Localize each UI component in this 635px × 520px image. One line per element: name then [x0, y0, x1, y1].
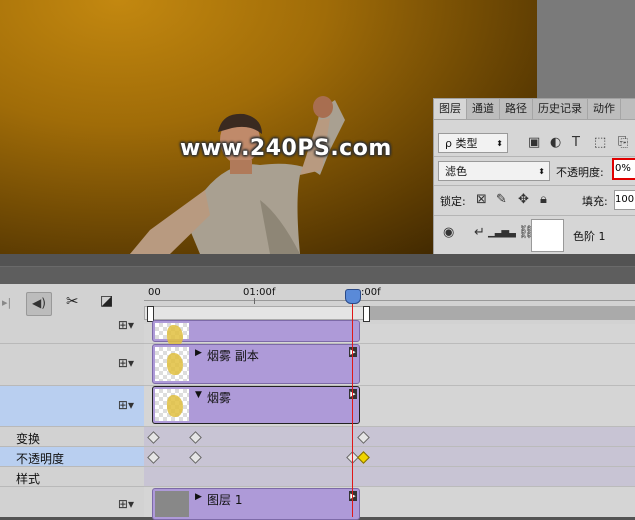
watermark-text: www.240PS.com	[180, 136, 392, 161]
work-area-end-handle[interactable]	[363, 306, 370, 322]
video-clip-smoke-copy[interactable]: ▶ 烟雾 副本 ▶	[152, 344, 360, 384]
blend-mode-select[interactable]: 滤色 ⬍	[438, 161, 550, 181]
clip-end-icon[interactable]: ▶	[349, 491, 357, 501]
smoke-thumb	[167, 395, 183, 417]
panel-gutter	[0, 254, 635, 266]
property-row[interactable]: 样式	[0, 467, 144, 487]
ruler-label-1s: 01:00f	[243, 287, 276, 298]
track-divider	[144, 486, 635, 487]
timeline-ruler[interactable]: 00 01:00f :00f	[144, 284, 635, 324]
layer-track-header[interactable]: ⊞▾	[0, 487, 144, 517]
clip-thumbnail	[155, 347, 189, 381]
property-tracks-bg	[144, 427, 635, 487]
layer-track-header-selected[interactable]: ⊞▾	[0, 386, 144, 427]
clip-thumbnail	[155, 389, 189, 421]
eye-icon[interactable]: ◉	[443, 226, 454, 240]
work-area-outside	[366, 306, 635, 320]
clip-thumbnail	[155, 491, 189, 517]
fill-input[interactable]: 100	[614, 190, 635, 210]
layer-track-header[interactable]: ⊞▾	[0, 344, 144, 386]
image-filter-icon[interactable]: ▣	[528, 136, 540, 150]
clip-arrow-icon: ↵	[474, 225, 485, 240]
ruler-label-start: 00	[148, 287, 161, 298]
lock-row: 锁定: ⊠ ✎ ✥ 🔒︎ 填充:	[434, 187, 635, 213]
lock-all-icon[interactable]: 🔒︎	[540, 193, 547, 207]
clip-end-icon[interactable]: ▶	[349, 347, 357, 357]
playhead-line	[352, 294, 353, 517]
divider	[434, 156, 635, 157]
expand-triangle-icon[interactable]: ▶	[195, 348, 202, 358]
property-row[interactable]: 不透明度	[0, 447, 144, 467]
track-divider	[144, 466, 635, 467]
ruler-label-2s: :00f	[361, 287, 381, 298]
expand-triangle-icon[interactable]: ▶	[195, 492, 202, 502]
layers-panel: 图层 通道 路径 历史记录 动作 ρ 类型 ⬍ ▣ ◐ T ⬚ ⎘ 滤色 ⬍ 不…	[433, 98, 635, 257]
transition-icon[interactable]: ◪	[100, 293, 113, 309]
film-icon[interactable]: ⊞▾	[118, 497, 134, 511]
tab-channels[interactable]: 通道	[467, 99, 500, 119]
play-next-icon[interactable]: ▸|	[2, 296, 11, 309]
ruler-tick	[254, 298, 255, 304]
layer-filter-row: ρ 类型 ⬍ ▣ ◐ T ⬚ ⎘	[434, 130, 635, 156]
audio-toggle-button[interactable]: ◀)	[26, 292, 52, 316]
video-clip[interactable]	[152, 320, 360, 347]
smoke-thumb	[167, 353, 183, 375]
track-divider	[144, 446, 635, 447]
filter-kind-label: ρ 类型	[445, 137, 478, 150]
opacity-label: 不透明度:	[556, 166, 604, 179]
clip-end-icon[interactable]: ▶	[349, 389, 357, 399]
video-clip-layer1[interactable]: ▶ 图层 1 ▶	[152, 488, 360, 520]
timeline-header-bar	[0, 266, 635, 285]
lock-label: 锁定:	[440, 195, 466, 208]
film-icon[interactable]: ⊞▾	[118, 356, 134, 370]
collapse-triangle-icon[interactable]: ▼	[195, 390, 202, 400]
layer-row[interactable]: ◉ ↵ ▁▃▅▃ ⛓︎ 色阶 1	[434, 215, 635, 254]
chevron-updown-icon: ⬍	[538, 167, 545, 176]
clip-name: 图层 1	[207, 493, 243, 507]
filter-kind-select[interactable]: ρ 类型 ⬍	[438, 133, 508, 153]
property-row[interactable]: 变换	[0, 427, 144, 447]
property-style-label: 样式	[16, 472, 41, 486]
type-filter-icon[interactable]: T	[572, 136, 580, 150]
clip-thumbnail	[155, 323, 189, 347]
video-clip-smoke[interactable]: ▼ 烟雾 ▶	[152, 386, 360, 424]
histogram-icon: ▁▃▅▃	[488, 227, 516, 238]
tab-history[interactable]: 历史记录	[533, 99, 588, 119]
layer-track-header[interactable]: ⊞▾	[0, 318, 144, 344]
opacity-input[interactable]: 0%	[612, 158, 635, 180]
lock-position-icon[interactable]: ✥	[518, 193, 529, 207]
scissors-icon[interactable]: ✂	[66, 292, 79, 310]
tab-layers[interactable]: 图层	[434, 99, 467, 119]
adjustment-filter-icon[interactable]: ◐	[550, 136, 561, 150]
film-icon[interactable]: ⊞▾	[118, 318, 134, 332]
film-icon[interactable]: ⊞▾	[118, 398, 134, 412]
ruler-baseline	[144, 300, 635, 301]
lock-paint-icon[interactable]: ✎	[496, 193, 507, 207]
layer-name[interactable]: 色阶 1	[573, 228, 606, 244]
timeline-layer-list: ⊞▾ ⊞▾ ⊞▾ 变换 不透明度 样式 ⊞▾	[0, 318, 144, 517]
tab-actions[interactable]: 动作	[588, 99, 621, 119]
chevron-updown-icon: ⬍	[496, 139, 503, 148]
speaker-icon: ◀)	[32, 296, 46, 310]
work-area-bar[interactable]	[144, 306, 366, 320]
blend-row: 滤色 ⬍ 不透明度:	[434, 158, 635, 184]
timeline-tracks: ▶ 烟雾 副本 ▶ ▼ 烟雾 ▶ ▶ 图层 1 ▶	[144, 320, 635, 520]
lock-transparent-icon[interactable]: ⊠	[476, 193, 487, 207]
divider	[434, 185, 635, 186]
shape-filter-icon[interactable]: ⬚	[594, 136, 606, 150]
playhead-handle[interactable]	[345, 289, 361, 304]
blend-mode-label: 滤色	[445, 165, 467, 178]
clip-name: 烟雾	[207, 391, 232, 405]
fill-label: 填充:	[582, 195, 608, 208]
panel-tabs: 图层 通道 路径 历史记录 动作	[434, 99, 635, 120]
property-opacity-label: 不透明度	[16, 452, 65, 466]
clip-name: 烟雾 副本	[207, 349, 259, 363]
smart-object-filter-icon[interactable]: ⎘	[618, 136, 628, 150]
property-transform-label: 变换	[16, 432, 41, 446]
layer-mask-thumbnail[interactable]	[531, 219, 564, 252]
tab-paths[interactable]: 路径	[500, 99, 533, 119]
